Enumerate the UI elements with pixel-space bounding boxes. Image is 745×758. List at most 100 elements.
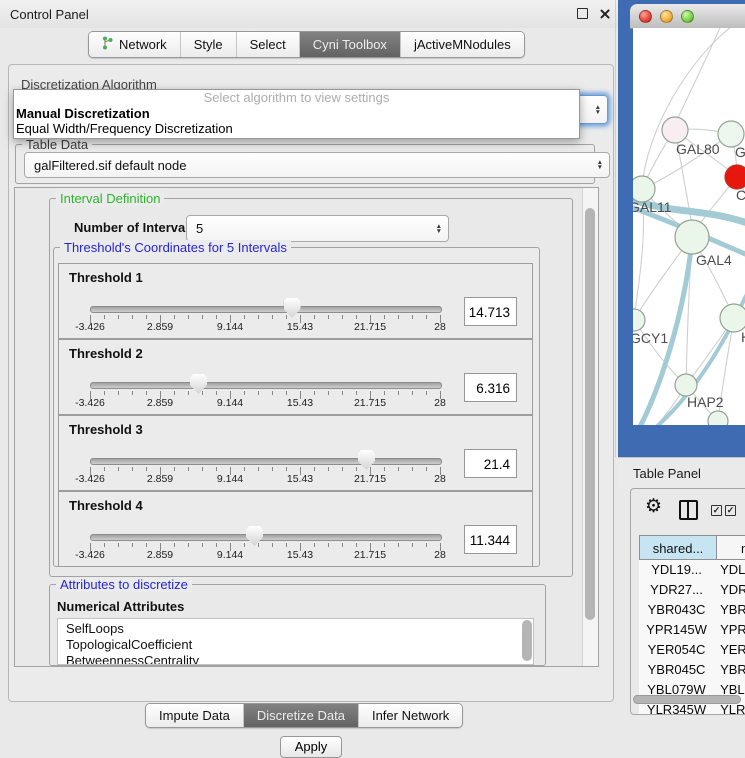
table-row[interactable]: YPR145WYPR1	[639, 620, 745, 640]
numerical-attributes-list[interactable]: SelfLoopsTopologicalCoefficientBetweenne…	[57, 618, 534, 665]
slider-tick	[132, 391, 133, 395]
close-icon[interactable]	[599, 8, 610, 19]
cell-shared-name: YBR045C	[639, 660, 714, 680]
numerical-attributes-label: Numerical Attributes	[57, 599, 184, 614]
slider-tick	[244, 391, 245, 395]
table-row[interactable]: YDR27...YDR2	[639, 580, 745, 600]
cell-shared-name: YPR145W	[639, 620, 714, 640]
column-header-shared-name[interactable]: shared...	[639, 535, 717, 560]
slider-thumb[interactable]	[358, 450, 375, 470]
tab-impute-data[interactable]: Impute Data	[146, 704, 243, 727]
dropdown-option-manual-discretization[interactable]: Manual Discretization	[14, 106, 579, 121]
number-of-intervals-combobox[interactable]: 5 ▲▼	[186, 215, 449, 242]
slider-tick	[258, 467, 259, 471]
tab-cyni-toolbox[interactable]: Cyni Toolbox	[299, 32, 400, 57]
slider-tick	[356, 543, 357, 547]
slider-tick	[342, 391, 343, 395]
zoom-traffic-light-icon[interactable]	[681, 10, 694, 23]
slider-thumb[interactable]	[246, 526, 263, 546]
axis-tick-label: 2.859	[147, 549, 173, 561]
slider-tick	[286, 467, 287, 471]
slider-tick	[342, 315, 343, 319]
slider-tick	[188, 315, 189, 319]
combo-arrows-icon: ▲▼	[595, 105, 601, 115]
attribute-item-betweennesscentrality[interactable]: BetweennessCentrality	[58, 653, 533, 665]
table-row[interactable]: YBR045CYBR0	[639, 660, 745, 680]
slider-tick	[132, 467, 133, 471]
apply-button[interactable]: Apply	[280, 736, 342, 758]
tab-label: Infer Network	[372, 708, 449, 723]
slider-tick	[104, 467, 105, 471]
network-node-label: GA	[735, 144, 745, 160]
axis-tick-label: 21.715	[354, 321, 386, 333]
network-node-gal4[interactable]	[675, 220, 709, 254]
network-edge[interactable]	[677, 28, 722, 120]
attribute-item-selfloops[interactable]: SelfLoops	[58, 621, 533, 637]
axis-tick-label: 28	[434, 321, 446, 333]
split-columns-icon[interactable]	[679, 500, 698, 520]
column-header-name[interactable]: n	[717, 535, 745, 560]
threshold-value-field[interactable]: 11.344	[464, 525, 517, 554]
tab-discretize-data[interactable]: Discretize Data	[243, 704, 358, 727]
slider-tick	[104, 391, 105, 395]
slider-thumb[interactable]	[190, 374, 207, 394]
slider-tick	[188, 467, 189, 471]
network-window-titlebar	[630, 4, 745, 29]
settings-gear-icon[interactable]: ⚙	[645, 495, 662, 518]
table-horizontal-scrollbar[interactable]	[633, 695, 741, 704]
network-edge[interactable]	[637, 421, 718, 425]
threshold-label: Threshold 4	[69, 498, 143, 513]
slider-track[interactable]	[90, 382, 442, 389]
tab-label: Discretize Data	[257, 708, 345, 723]
network-node-h[interactable]	[720, 304, 745, 332]
tab-infer-network[interactable]: Infer Network	[358, 704, 462, 727]
tab-jactivemnodules[interactable]: jActiveMNodules	[400, 32, 524, 57]
network-node-hap2[interactable]	[675, 374, 697, 396]
tab-style[interactable]: Style	[180, 32, 236, 57]
slider-tick	[426, 315, 427, 319]
tab-network[interactable]: Network	[89, 32, 180, 57]
float-window-icon[interactable]	[577, 8, 588, 19]
checked-checkbox-icon[interactable]: ✓	[725, 505, 736, 516]
settings-vertical-scrollbar[interactable]	[582, 188, 598, 666]
table-row[interactable]: YBR043CYBR0	[639, 600, 745, 620]
dropdown-option-equal-width-frequency[interactable]: Equal Width/Frequency Discretization	[14, 121, 579, 136]
table-row[interactable]: YER054CYER0	[639, 640, 745, 660]
slider-tick	[146, 315, 147, 319]
network-node[interactable]	[708, 411, 728, 425]
slider-tick	[132, 543, 133, 547]
axis-tick-label: 9.144	[217, 397, 243, 409]
network-node-gcy1[interactable]	[633, 309, 645, 331]
cell-name: YBR0	[714, 660, 745, 680]
slider-track[interactable]	[90, 534, 442, 541]
slider-tick	[132, 315, 133, 319]
tab-label: Impute Data	[159, 708, 230, 723]
combo-arrows-icon: ▲▼	[597, 160, 603, 170]
tab-select[interactable]: Select	[236, 32, 299, 57]
minimize-traffic-light-icon[interactable]	[660, 10, 673, 23]
threshold-value-field[interactable]: 6.316	[464, 373, 517, 402]
slider-tick	[272, 543, 273, 547]
network-canvas[interactable]: GAL80GACGAL11GAL4GCY1HHAP2	[633, 28, 745, 425]
attribute-item-topologicalcoefficient[interactable]: TopologicalCoefficient	[58, 637, 533, 653]
threshold-box-1: Threshold 1-3.4262.8599.14415.4321.71528…	[58, 263, 533, 339]
table-row[interactable]: YDL19...YDL1	[639, 560, 745, 580]
slider-tick	[118, 467, 119, 471]
threshold-value-field[interactable]: 21.4	[464, 449, 517, 478]
attributes-scrollbar[interactable]	[522, 620, 532, 661]
table-panel-header: Table Panel	[618, 457, 745, 489]
network-node-gal80[interactable]	[662, 117, 688, 143]
network-node-c[interactable]	[725, 165, 745, 189]
slider-track[interactable]	[90, 458, 442, 465]
table-data-combobox[interactable]: galFiltered.sif default node ▲▼	[24, 152, 610, 178]
slider-tick	[412, 467, 413, 471]
axis-tick-label: 28	[434, 473, 446, 485]
close-traffic-light-icon[interactable]	[639, 10, 652, 23]
tab-label: Style	[194, 37, 223, 52]
checked-checkbox-icon[interactable]: ✓	[711, 505, 722, 516]
threshold-value-field[interactable]: 14.713	[464, 297, 517, 326]
slider-tick	[216, 543, 217, 547]
axis-tick-label: -3.426	[75, 321, 105, 333]
scrollbar-thumb[interactable]	[585, 208, 595, 620]
slider-track[interactable]	[90, 306, 442, 313]
